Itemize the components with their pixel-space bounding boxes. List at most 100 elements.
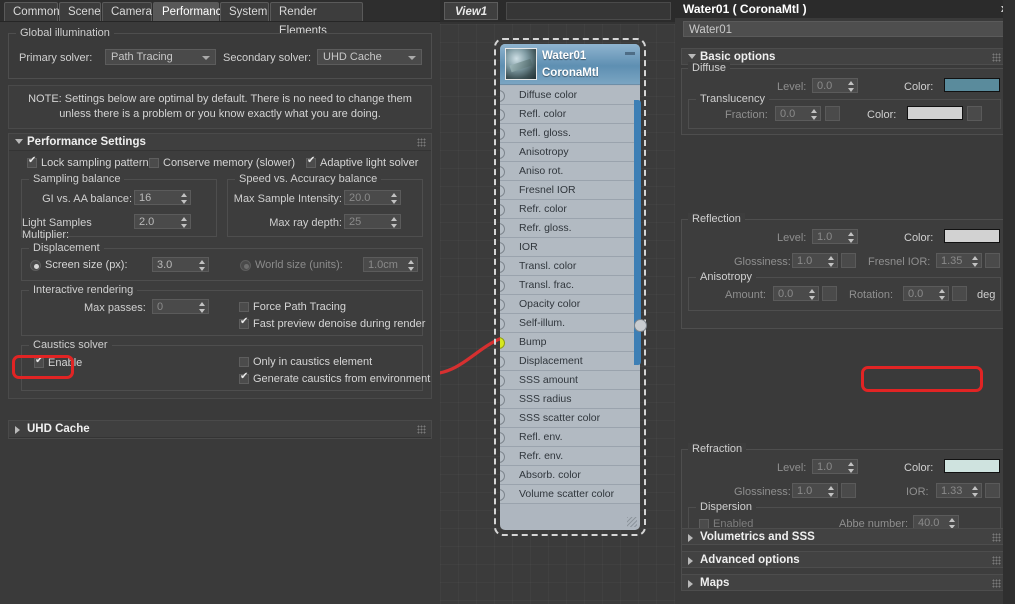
conserve-memory-checkbox[interactable]: Conserve memory (slower) [149,157,295,170]
primary-solver-dropdown[interactable]: Path Tracing [105,49,216,65]
anisotropy-rotation-map-button[interactable] [952,286,967,301]
node-socket-row[interactable]: SSS amount [500,371,640,390]
socket-dot-icon[interactable] [500,185,505,197]
maps-header[interactable]: Maps [681,574,1007,591]
node-socket-row[interactable]: Absorb. color [500,466,640,485]
spinner-arrows-icon[interactable] [938,289,945,300]
translucency-fraction-spinner[interactable]: 0.0 [775,106,821,121]
refraction-level-spinner[interactable]: 1.0 [812,459,858,474]
spinner-arrows-icon[interactable] [180,217,187,228]
spinner-arrows-icon[interactable] [810,109,817,120]
socket-dot-icon[interactable] [500,128,505,140]
node-socket-row[interactable]: Refr. env. [500,447,640,466]
ior-map-button[interactable] [985,483,1000,498]
generate-caustics-env-checkbox[interactable]: Generate caustics from environment [239,371,430,386]
tab-system[interactable]: System [220,2,269,21]
volumetrics-sss-header[interactable]: Volumetrics and SSS [681,528,1007,545]
node-socket-row[interactable]: SSS scatter color [500,409,640,428]
socket-dot-icon[interactable] [500,261,505,273]
lock-sampling-pattern-checkbox[interactable]: Lock sampling pattern [27,155,149,170]
spinner-arrows-icon[interactable] [180,193,187,204]
max-ray-depth-spinner[interactable]: 25 [344,214,401,229]
reflection-level-spinner[interactable]: 1.0 [812,229,858,244]
socket-dot-icon[interactable] [500,90,505,102]
node-socket-row[interactable]: Refr. color [500,200,640,219]
force-path-tracing-checkbox[interactable]: Force Path Tracing [239,301,346,314]
tab-common[interactable]: Common [4,2,60,21]
ior-spinner[interactable]: 1.33 [936,483,982,498]
spinner-arrows-icon[interactable] [808,289,815,300]
tab-render-elements[interactable]: Render Elements [270,2,363,37]
socket-dot-icon[interactable] [500,318,505,330]
spinner-arrows-icon[interactable] [847,462,854,473]
fresnel-ior-spinner[interactable]: 1.35 [936,253,982,268]
socket-dot-icon[interactable] [500,489,505,501]
socket-dot-icon[interactable] [500,356,505,368]
material-name-input[interactable]: Water01 [683,21,1005,37]
spinner-arrows-icon[interactable] [971,256,978,267]
light-samples-spinner[interactable]: 2.0 [134,214,191,229]
world-size-spinner[interactable]: 1.0cm [363,257,418,272]
tab-camera[interactable]: Camera [102,2,152,21]
spinner-arrows-icon[interactable] [390,217,397,228]
translucency-color-swatch[interactable] [907,106,963,120]
node-socket-row[interactable]: Refl. env. [500,428,640,447]
uhd-cache-header[interactable]: UHD Cache [9,421,431,438]
fresnel-ior-map-button[interactable] [985,253,1000,268]
translucency-map-button[interactable] [967,106,982,121]
node-socket-row[interactable]: SSS radius [500,390,640,409]
spinner-arrows-icon[interactable] [390,193,397,204]
socket-dot-icon[interactable] [500,223,505,235]
node-socket-row[interactable]: Self-illum. [500,314,640,333]
node-minimize-icon[interactable] [625,52,635,55]
socket-dot-icon[interactable] [500,337,505,349]
spinner-arrows-icon[interactable] [827,486,834,497]
node-header[interactable]: Water01 CoronaMtl [500,44,640,85]
node-socket-row[interactable]: Aniso rot. [500,162,640,181]
anisotropy-rotation-spinner[interactable]: 0.0 [903,286,949,301]
node-socket-row[interactable]: Refl. gloss. [500,124,640,143]
socket-dot-icon[interactable] [500,299,505,311]
node-socket-row[interactable]: Displacement [500,352,640,371]
spinner-arrows-icon[interactable] [971,486,978,497]
screen-size-radio[interactable]: Screen size (px): [30,259,128,272]
spinner-arrows-icon[interactable] [827,256,834,267]
advanced-options-header[interactable]: Advanced options [681,551,1007,568]
spinner-arrows-icon[interactable] [847,232,854,243]
socket-dot-icon[interactable] [500,375,505,387]
refraction-color-swatch[interactable] [944,459,1000,473]
node-socket-row[interactable]: Refr. gloss. [500,219,640,238]
socket-dot-icon[interactable] [500,109,505,121]
node-socket-row[interactable]: Anisotropy [500,143,640,162]
node-output-socket[interactable] [634,319,647,332]
coronamtl-node[interactable]: Water01 CoronaMtl Diffuse color Refl. col… [500,44,640,530]
socket-dot-icon[interactable] [500,432,505,444]
reflection-color-swatch[interactable] [944,229,1000,243]
socket-dot-icon[interactable] [500,147,505,159]
socket-dot-icon[interactable] [500,242,505,254]
node-editor-canvas[interactable]: Water01 CoronaMtl Diffuse color Refl. col… [440,24,675,604]
performance-settings-header[interactable]: Performance Settings [9,134,431,151]
diffuse-level-spinner[interactable]: 0.0 [812,78,858,93]
refraction-glossiness-spinner[interactable]: 1.0 [792,483,838,498]
node-socket-row[interactable]: Fresnel IOR [500,181,640,200]
world-size-radio[interactable]: World size (units): [240,259,343,272]
reflection-glossiness-map-button[interactable] [841,253,856,268]
socket-dot-icon[interactable] [500,166,505,178]
node-socket-row[interactable]: Refl. color [500,105,640,124]
node-socket-row[interactable]: IOR [500,238,640,257]
secondary-solver-dropdown[interactable]: UHD Cache [317,49,422,65]
material-preview-thumbnail[interactable] [505,48,537,80]
spinner-arrows-icon[interactable] [198,260,205,271]
tab-performance[interactable]: Performance [153,2,228,21]
adaptive-light-solver-checkbox[interactable]: Adaptive light solver [306,155,418,170]
node-socket-row[interactable]: Transl. color [500,257,640,276]
anisotropy-amount-spinner[interactable]: 0.0 [773,286,819,301]
node-socket-row[interactable]: Bump [500,333,640,352]
translucency-fraction-map-button[interactable] [825,106,840,121]
view-tab-view1[interactable]: View1 [444,2,499,20]
gi-vs-aa-spinner[interactable]: 16 [134,190,191,205]
diffuse-color-swatch[interactable] [944,78,1000,92]
anisotropy-amount-map-button[interactable] [822,286,837,301]
socket-dot-icon[interactable] [500,451,505,463]
